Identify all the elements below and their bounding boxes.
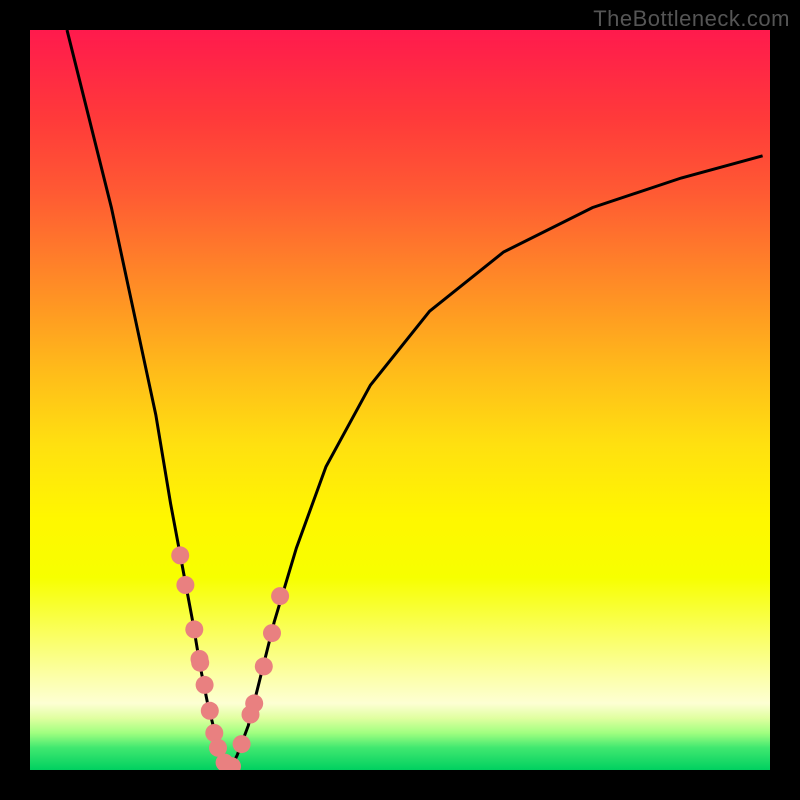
chart-frame: TheBottleneck.com — [0, 0, 800, 800]
highlight-dot — [263, 624, 281, 642]
plot-area — [30, 30, 770, 770]
highlight-dot — [171, 546, 189, 564]
highlight-dot — [201, 702, 219, 720]
highlight-dot — [185, 620, 203, 638]
curve-svg — [30, 30, 770, 770]
highlight-dot — [245, 694, 263, 712]
highlight-dot — [196, 676, 214, 694]
highlight-dot — [176, 576, 194, 594]
highlight-dot — [255, 657, 273, 675]
highlight-dot — [191, 654, 209, 672]
highlight-dot — [271, 587, 289, 605]
highlight-dots-group — [171, 546, 289, 770]
right-branch-curve — [230, 156, 763, 770]
watermark-text: TheBottleneck.com — [593, 6, 790, 32]
highlight-dot — [233, 735, 251, 753]
